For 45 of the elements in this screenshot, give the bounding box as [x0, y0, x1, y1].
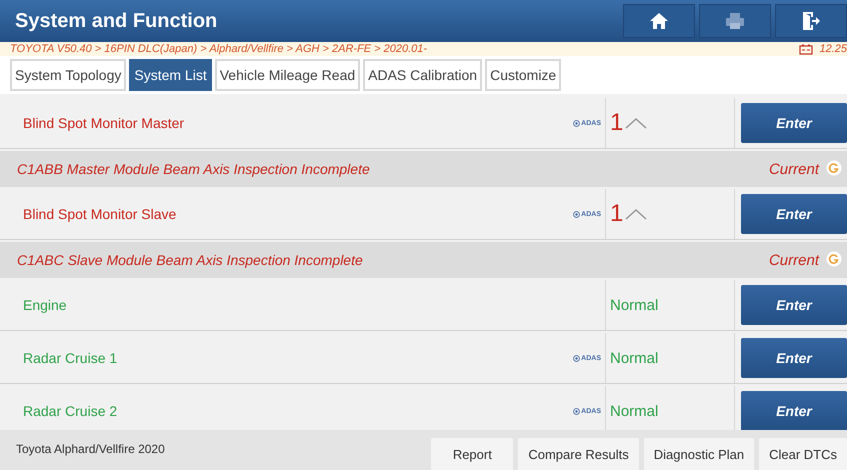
home-button[interactable] — [623, 4, 695, 38]
system-name: Engine — [23, 297, 67, 313]
exit-button[interactable] — [775, 4, 847, 38]
system-name: Radar Cruise 2 — [23, 403, 118, 419]
tab[interactable]: System Topology — [10, 59, 126, 91]
footer-button[interactable]: Diagnostic Plan — [644, 438, 754, 470]
target-icon — [573, 210, 580, 218]
exit-icon — [801, 11, 821, 31]
dtc-description: C1ABB Master Module Beam Axis Inspection Incomplete — [17, 161, 371, 177]
dtc-status: Current — [768, 160, 819, 178]
footer-button[interactable]: Compare Results — [518, 438, 639, 470]
vehicle-name: Toyota Alphard/Vellfire 2020 — [15, 441, 165, 456]
tab[interactable]: ADAS Calibration — [363, 59, 482, 91]
breadcrumb: TOYOTA V50.40 > 16PIN DLC(Japan) > Alphard/Vellfire > AGH > 2AR-FE > 2020.01- — [10, 43, 428, 55]
tab[interactable]: System List — [129, 59, 212, 91]
tab[interactable]: Customize — [485, 59, 562, 91]
enter-button[interactable]: Enter — [741, 391, 847, 430]
battery-voltage: 12.25 — [819, 43, 847, 55]
printer-icon — [725, 12, 745, 30]
status-text: Normal — [610, 296, 658, 314]
home-icon — [649, 12, 669, 30]
fault-count: 1 — [610, 109, 624, 137]
battery-icon — [799, 44, 814, 54]
enter-button[interactable]: Enter — [741, 103, 847, 143]
system-name: Blind Spot Monitor Master — [23, 115, 184, 131]
enter-button[interactable]: Enter — [741, 194, 847, 234]
target-icon — [573, 354, 580, 362]
enter-button[interactable]: Enter — [741, 285, 847, 325]
caret-up-icon[interactable] — [625, 117, 648, 129]
dtc-status: Current — [768, 252, 819, 268]
footer-button[interactable]: Clear DTCs — [759, 438, 847, 470]
system-name: Radar Cruise 1 — [23, 350, 118, 366]
fault-count: 1 — [610, 200, 624, 228]
print-button[interactable] — [699, 4, 771, 38]
footer-button[interactable]: Report — [431, 438, 514, 470]
target-icon — [573, 408, 580, 414]
status-text: Normal — [610, 350, 658, 366]
target-icon — [573, 120, 580, 126]
status-text: Normal — [610, 402, 658, 420]
system-name: Blind Spot Monitor Slave — [23, 206, 176, 222]
window-title: System and Function — [14, 10, 218, 32]
dtc-description: C1ABC Slave Module Beam Axis Inspection Incomplete — [17, 252, 364, 268]
enter-button[interactable]: Enter — [741, 338, 847, 378]
tab[interactable]: Vehicle Mileage Read — [214, 59, 360, 91]
caret-up-icon[interactable] — [625, 208, 648, 220]
